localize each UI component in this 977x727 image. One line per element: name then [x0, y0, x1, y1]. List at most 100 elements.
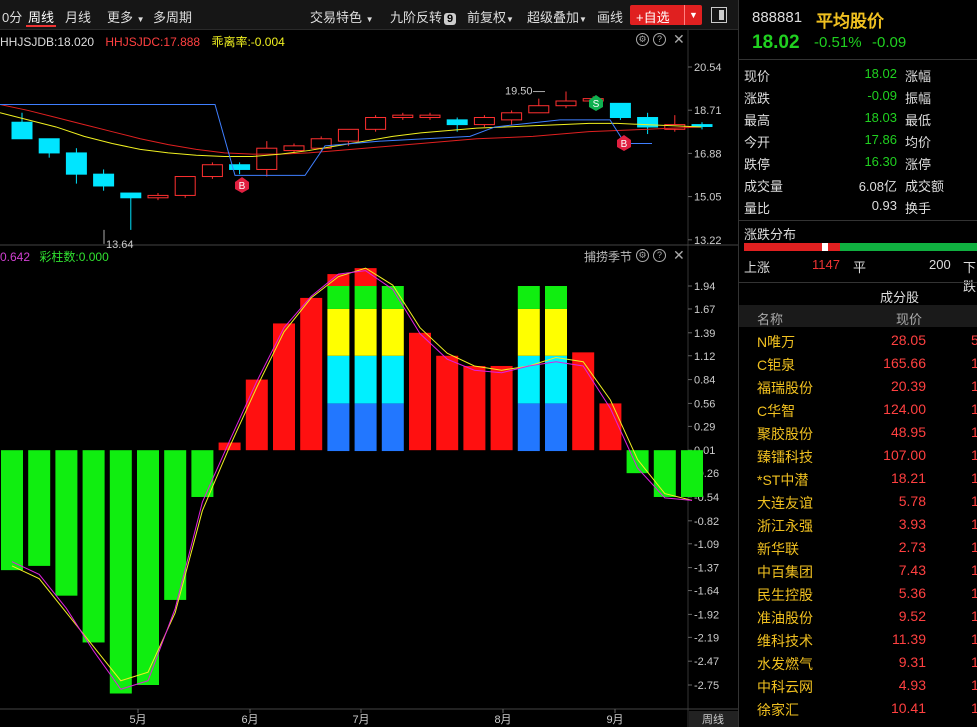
stock-extra: 1	[971, 654, 977, 670]
component-row[interactable]: 徐家汇 10.41 1	[739, 696, 977, 719]
y-tick-label: 18.71	[694, 105, 722, 117]
flat-count: 200	[929, 257, 951, 272]
component-row[interactable]: 水发燃气 9.31 1	[739, 650, 977, 673]
stock-price: 5.36	[898, 585, 926, 601]
quote-row: 量比 0.93 换手	[739, 194, 977, 216]
quote-label: 现价	[744, 69, 771, 84]
chevron-down-icon: ▼	[136, 15, 145, 24]
stock-name: C华智	[757, 403, 796, 419]
buy-signal-icon-text: B	[239, 181, 246, 192]
chevron-down-icon[interactable]: ▼	[684, 5, 702, 25]
components-header: 名称 现价	[739, 305, 977, 327]
last-price: 18.02	[752, 32, 800, 53]
col-price[interactable]: 现价	[896, 309, 922, 328]
trade-features-dropdown[interactable]: 交易特色 ▼	[310, 7, 374, 26]
stock-extra: 1	[971, 677, 977, 693]
stock-extra: 1	[971, 493, 977, 509]
buy-signal-icon-text: B	[621, 139, 628, 150]
sell-signal-icon-text: S	[593, 99, 600, 110]
quote-label-right: 均价	[905, 135, 932, 150]
adjust-dropdown[interactable]: 前复权▼	[467, 7, 514, 26]
y-tick-label: -0.82	[694, 516, 719, 528]
col-name[interactable]: 名称	[757, 309, 783, 328]
quote-label-right: 涨幅	[905, 69, 932, 84]
stock-price: 28.05	[890, 332, 926, 348]
up-count: 1147	[812, 257, 840, 272]
stock-price: 5.78	[898, 493, 926, 509]
add-watchlist-button[interactable]: +自选 ▼	[630, 5, 702, 25]
histogram-bar-segment	[327, 308, 350, 356]
candle-body	[446, 119, 468, 126]
chart-canvas[interactable]: 20.54 18.71 16.88 15.05 13.22 13.64 19.50 B B S 1.…	[0, 30, 738, 727]
quote-panel: 888881 平均股价 18.02 -0.51% -0.09 现价 18.02 涨幅…	[738, 0, 977, 727]
quote-value: 18.03	[864, 110, 897, 125]
quote-label: 成交量	[744, 179, 784, 194]
period-monthly[interactable]: 月线	[65, 7, 91, 26]
component-row[interactable]: C华智 124.00 1	[739, 397, 977, 420]
stock-extra: 1	[971, 562, 977, 578]
stock-extra: 1	[971, 585, 977, 601]
period-minute[interactable]: 0分	[2, 7, 22, 26]
period-weekly[interactable]: 周线	[28, 7, 54, 26]
histogram-bar-segment	[354, 403, 377, 452]
quote-value: 18.02	[864, 66, 897, 81]
y-tick-label: -1.09	[694, 539, 719, 551]
candle-body	[392, 114, 414, 119]
component-row[interactable]: 福瑞股份 20.39 1	[739, 374, 977, 397]
y-tick-label: -2.19	[694, 632, 719, 644]
component-row[interactable]: 维科技术 11.39 1	[739, 627, 977, 650]
component-row[interactable]: 中百集团 7.43 1	[739, 558, 977, 581]
up-label: 上涨	[744, 260, 771, 275]
index-name: 平均股价	[816, 12, 884, 31]
quote-row: 最高 18.03 最低	[739, 106, 977, 128]
y-tick-label: 16.88	[694, 148, 722, 160]
candle-body	[365, 117, 387, 130]
component-row[interactable]: 聚胶股份 48.95 1	[739, 420, 977, 443]
stock-name: 准油股份	[757, 610, 813, 626]
more-periods-dropdown[interactable]: 更多 ▼	[107, 7, 145, 26]
stock-name: 福瑞股份	[757, 380, 813, 396]
candle-body	[637, 117, 659, 128]
y-tick-label: 15.05	[694, 192, 722, 204]
candle-body	[555, 100, 577, 107]
stock-name: 中科云网	[757, 679, 813, 695]
stock-extra: 1	[971, 631, 977, 647]
histogram-bar-positive	[463, 365, 486, 451]
component-row[interactable]: 中科云网 4.93 1	[739, 673, 977, 696]
histogram-bar-positive	[436, 355, 459, 451]
y-tick-label: 0.29	[694, 421, 715, 433]
super-overlay-dropdown[interactable]: 超级叠加▼	[527, 7, 587, 26]
divider	[739, 59, 977, 60]
candle-body	[38, 138, 60, 154]
histogram-bar-segment	[354, 308, 377, 356]
nine-reversal-button[interactable]: 九阶反转 9	[390, 7, 457, 26]
histogram-bar-segment	[517, 355, 540, 404]
histogram-bar-segment	[381, 308, 404, 356]
draw-line-button[interactable]: 画线	[597, 7, 623, 26]
quote-row: 今开 17.86 均价	[739, 128, 977, 150]
histogram-bar-segment	[354, 286, 377, 309]
component-row[interactable]: N唯万 28.05 5	[739, 328, 977, 351]
candle-body	[473, 117, 495, 126]
component-row[interactable]: 大连友谊 5.78 1	[739, 489, 977, 512]
nine-badge: 9	[444, 13, 457, 25]
component-row[interactable]: C钜泉 165.66 1	[739, 351, 977, 374]
component-row[interactable]: 浙江永强 3.93 1	[739, 512, 977, 535]
chart-area: HHJSJDB:18.020 HHJSJDC:17.888 乖离率:-0.004…	[0, 30, 738, 727]
candle-body	[337, 128, 359, 142]
component-row[interactable]: 民生控股 5.36 1	[739, 581, 977, 604]
multi-period-button[interactable]: 多周期	[153, 7, 192, 26]
low-price-label: 13.64	[106, 239, 134, 251]
quote-value: 16.30	[864, 154, 897, 169]
quote-value: -0.09	[867, 88, 897, 103]
component-row[interactable]: *ST中潜 18.21 1	[739, 466, 977, 489]
component-row[interactable]: 新华联 2.73 1	[739, 535, 977, 558]
component-row[interactable]: 臻镭科技 107.00 1	[739, 443, 977, 466]
layout-toggle-icon[interactable]	[711, 7, 727, 23]
component-row[interactable]: 准油股份 9.52 1	[739, 604, 977, 627]
stock-price: 2.73	[898, 539, 926, 555]
distribution-title: 涨跌分布	[744, 227, 797, 242]
down-label: 下跌	[963, 260, 977, 294]
stock-name: 浙江永强	[757, 518, 813, 534]
stock-price: 18.21	[890, 470, 926, 486]
